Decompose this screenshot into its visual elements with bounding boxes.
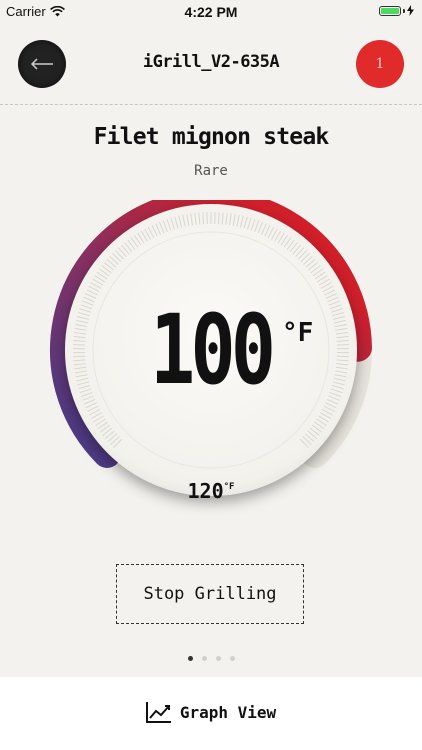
stop-grilling-label: Stop Grilling bbox=[143, 584, 277, 604]
gauge-tick bbox=[217, 212, 220, 225]
current-temperature: 100 bbox=[0, 300, 422, 400]
current-temperature-unit: °F bbox=[282, 318, 314, 348]
page-dot[interactable] bbox=[229, 656, 235, 661]
page-indicator[interactable] bbox=[0, 656, 422, 661]
probe-number: 1 bbox=[375, 56, 385, 72]
battery-icon bbox=[379, 5, 401, 16]
target-temperature-unit: °F bbox=[223, 482, 235, 492]
stop-grilling-button[interactable]: Stop Grilling bbox=[116, 564, 304, 624]
target-temperature-value: 120 bbox=[187, 479, 224, 503]
graph-view-button[interactable]: Graph View bbox=[0, 701, 422, 723]
line-chart-icon bbox=[145, 702, 171, 723]
doneness-label: Rare bbox=[194, 163, 228, 179]
battery-indicator bbox=[379, 5, 414, 16]
gauge-tick bbox=[202, 212, 205, 225]
probe-selector-button[interactable]: 1 bbox=[356, 40, 404, 88]
page-dot[interactable] bbox=[187, 656, 193, 661]
page-dot[interactable] bbox=[215, 656, 221, 661]
graph-view-label: Graph View bbox=[179, 702, 277, 722]
status-time: 4:22 PM bbox=[184, 4, 238, 20]
status-bar: Carrier 4:22 PM bbox=[0, 0, 422, 22]
page-dot[interactable] bbox=[201, 656, 207, 661]
bottom-bar: Graph View bbox=[0, 677, 422, 750]
current-temperature-value: 100 bbox=[150, 294, 276, 406]
recipe-title: Filet mignon steak bbox=[93, 124, 330, 150]
target-temperature: 120°F bbox=[0, 479, 422, 503]
nav-bar: iGrill_V2-635A 1 bbox=[0, 22, 422, 105]
charging-bolt-icon bbox=[407, 5, 414, 16]
